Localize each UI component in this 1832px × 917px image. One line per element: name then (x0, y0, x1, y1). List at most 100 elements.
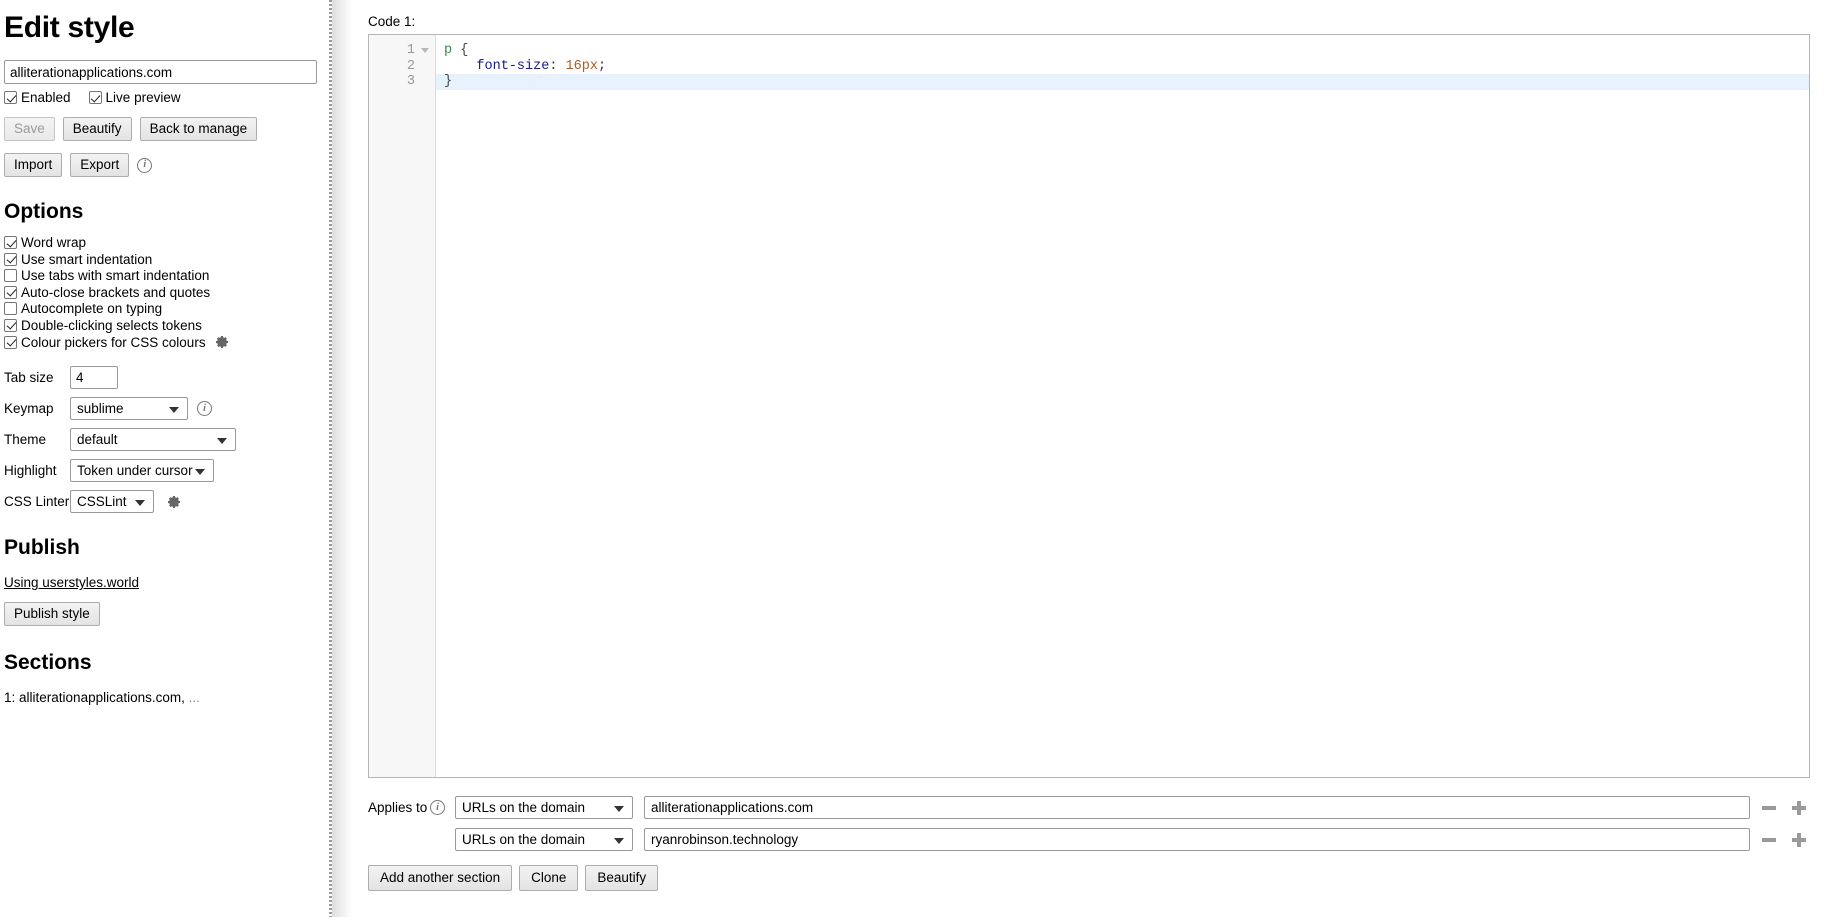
style-name-row (4, 60, 312, 84)
option-double-click-selects-tokens-label: Double-clicking selects tokens (21, 318, 202, 333)
option-auto-close-brackets-label: Auto-close brackets and quotes (21, 285, 210, 300)
option-smart-indentation-checkbox[interactable] (4, 253, 17, 266)
checkbox-enabled-label: Enabled (21, 90, 71, 105)
option-auto-close-brackets[interactable]: Auto-close brackets and quotes (4, 285, 312, 300)
keymap-select[interactable]: sublime (70, 397, 188, 420)
css-semicolon-token: ; (598, 59, 606, 74)
field-keymap-label: Keymap (4, 401, 70, 416)
option-tabs-with-smart-indentation-label: Use tabs with smart indentation (21, 268, 209, 283)
colour-pickers-gear-icon[interactable] (214, 334, 230, 350)
option-tabs-with-smart-indentation[interactable]: Use tabs with smart indentation (4, 268, 312, 283)
option-smart-indentation[interactable]: Use smart indentation (4, 252, 312, 267)
gutter-line-number[interactable]: 3 (369, 74, 435, 90)
section-list-item[interactable]: 1: alliterationapplications.com, ... (4, 690, 312, 705)
css-linter-select[interactable]: CSSLint (70, 490, 154, 513)
sidebar: Edit style Enabled Live preview Save Bea… (0, 0, 330, 917)
edit-style-page: Edit style Enabled Live preview Save Bea… (0, 0, 1832, 917)
option-tabs-with-smart-indentation-checkbox[interactable] (4, 269, 17, 282)
applies-to-info-icon[interactable]: i (430, 800, 445, 815)
checkbox-live-preview-box[interactable] (89, 91, 102, 104)
export-button[interactable]: Export (70, 153, 129, 177)
highlight-select[interactable]: Token under cursor (70, 459, 214, 482)
applies-to-value-input-1[interactable] (644, 796, 1750, 819)
keymap-info-icon[interactable]: i (197, 401, 212, 416)
css-brace-token: { (460, 43, 468, 58)
checkbox-live-preview[interactable]: Live preview (89, 90, 181, 105)
field-css-linter-label: CSS Linter (4, 494, 70, 509)
field-tab-size: Tab size (4, 366, 312, 389)
section-more: ... (189, 690, 200, 705)
field-css-linter: CSS Linter CSSLint (4, 490, 312, 513)
option-autocomplete-on-typing-label: Autocomplete on typing (21, 301, 162, 316)
option-word-wrap-checkbox[interactable] (4, 236, 17, 249)
remove-applies-to-icon-1[interactable] (1758, 797, 1780, 819)
save-button[interactable]: Save (4, 117, 55, 141)
css-value-token: 16px (566, 59, 598, 74)
add-applies-to-icon-2[interactable] (1788, 829, 1810, 851)
field-keymap: Keymap sublime i (4, 397, 312, 420)
code-line[interactable]: p { (437, 43, 1809, 59)
checkbox-enabled-box[interactable] (4, 91, 17, 104)
options-heading: Options (4, 199, 312, 225)
applies-to-type-select-2[interactable]: URLs on the domain (455, 828, 633, 851)
applies-to-type-select-1[interactable]: URLs on the domain (455, 796, 633, 819)
enable-options-row: Enabled Live preview (4, 90, 312, 105)
add-applies-to-icon-1[interactable] (1788, 797, 1810, 819)
gutter-line-number[interactable]: 1 (369, 43, 435, 59)
applies-to-section: Applies to i URLs on the domain URLs on … (368, 796, 1810, 851)
field-tab-size-label: Tab size (4, 370, 70, 385)
import-button[interactable]: Import (4, 153, 62, 177)
css-linter-gear-icon[interactable] (166, 494, 182, 510)
option-word-wrap-label: Word wrap (21, 235, 86, 250)
primary-actions-row: Save Beautify Back to manage (4, 117, 312, 141)
gutter-line-number[interactable]: 2 (369, 59, 435, 75)
section-number: 1: (4, 690, 15, 705)
section-action-buttons: Add another section Clone Beautify (368, 865, 1832, 891)
remove-applies-to-icon-2[interactable] (1758, 829, 1780, 851)
publish-link[interactable]: Using userstyles.world (4, 575, 139, 590)
beautify-button[interactable]: Beautify (63, 117, 132, 141)
page-title: Edit style (4, 10, 312, 46)
fold-arrow-icon[interactable] (421, 48, 429, 53)
code-line-active[interactable]: } (369, 74, 1809, 90)
option-autocomplete-on-typing[interactable]: Autocomplete on typing (4, 301, 312, 316)
editor-code-area[interactable]: p { font-size: 16px; } (437, 35, 1809, 777)
option-smart-indentation-label: Use smart indentation (21, 252, 152, 267)
add-another-section-button[interactable]: Add another section (368, 865, 512, 891)
info-icon[interactable]: i (137, 158, 152, 173)
checkbox-live-preview-label: Live preview (106, 90, 181, 105)
field-highlight-label: Highlight (4, 463, 70, 478)
editor-gutter: 1 2 3 (369, 35, 436, 777)
field-theme: Theme default (4, 428, 312, 451)
css-property-token: font-size (476, 59, 549, 74)
applies-to-row: URLs on the domain (368, 828, 1810, 851)
css-brace-token: } (444, 74, 452, 89)
option-colour-pickers-label: Colour pickers for CSS colours (21, 335, 206, 350)
option-colour-pickers-checkbox[interactable] (4, 336, 17, 349)
field-highlight: Highlight Token under cursor (4, 459, 312, 482)
sections-heading: Sections (4, 650, 312, 676)
theme-select[interactable]: default (70, 428, 236, 451)
option-double-click-selects-tokens[interactable]: Double-clicking selects tokens (4, 318, 312, 333)
beautify-section-button[interactable]: Beautify (585, 865, 658, 891)
style-name-input[interactable] (4, 60, 317, 84)
code-line[interactable]: font-size: 16px; (437, 59, 1809, 75)
code-editor[interactable]: 1 2 3 p { font-size: 16px; } (368, 34, 1810, 778)
back-to-manage-button[interactable]: Back to manage (140, 117, 258, 141)
option-autocomplete-on-typing-checkbox[interactable] (4, 302, 17, 315)
editor-settings: Tab size Keymap sublime i Theme default … (4, 366, 312, 513)
option-word-wrap[interactable]: Word wrap (4, 235, 312, 250)
publish-heading: Publish (4, 535, 312, 561)
main-panel: Code 1: 1 2 3 p { f (332, 0, 1832, 917)
applies-to-value-input-2[interactable] (644, 828, 1750, 851)
option-colour-pickers[interactable]: Colour pickers for CSS colours (4, 334, 312, 350)
panel-resize-handle[interactable] (329, 0, 332, 917)
field-theme-label: Theme (4, 432, 70, 447)
option-double-click-selects-tokens-checkbox[interactable] (4, 319, 17, 332)
applies-to-row: Applies to i URLs on the domain (368, 796, 1810, 819)
checkbox-enabled[interactable]: Enabled (4, 90, 71, 105)
tab-size-input[interactable] (70, 366, 118, 389)
option-auto-close-brackets-checkbox[interactable] (4, 286, 17, 299)
clone-section-button[interactable]: Clone (519, 865, 578, 891)
publish-style-button[interactable]: Publish style (4, 602, 100, 626)
